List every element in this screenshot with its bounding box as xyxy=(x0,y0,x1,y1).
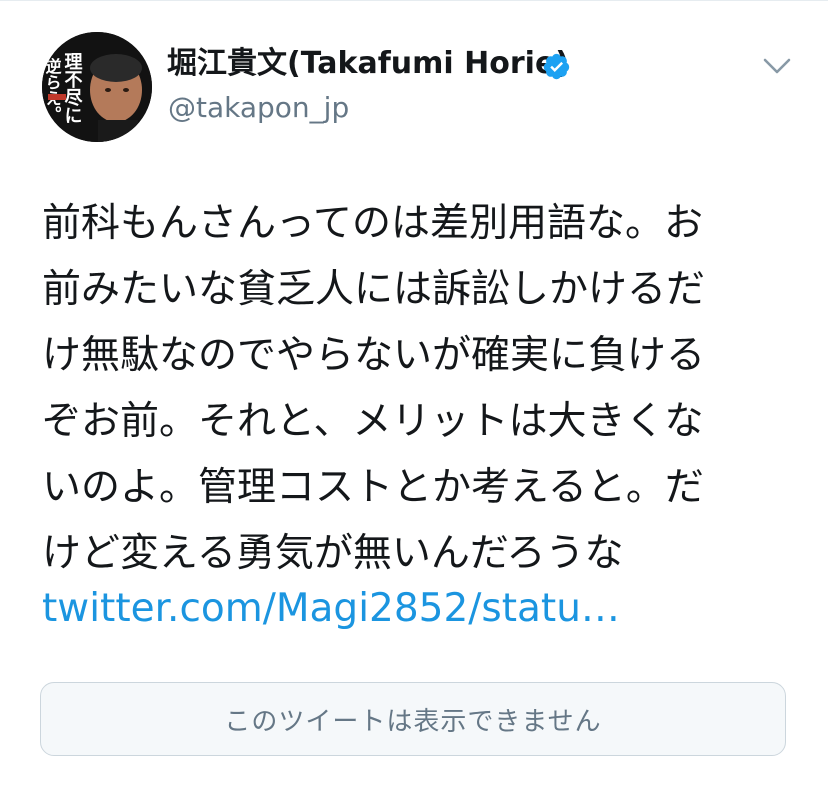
avatar[interactable]: 理不尽に 逆らえ。 xyxy=(42,32,152,142)
svg-text:理不尽に: 理不尽に xyxy=(62,52,83,124)
quoted-tweet-unavailable: このツイートは表示できません xyxy=(40,682,786,756)
tweet-text-line: け無駄なのでやらないが確実に負ける xyxy=(42,333,706,378)
top-divider xyxy=(0,0,828,1)
tweet-text-line: ぞお前。それと、メリットは大きくな xyxy=(42,399,704,444)
profile-photo: 理不尽に 逆らえ。 xyxy=(42,32,152,142)
svg-text:逆らえ。: 逆らえ。 xyxy=(43,57,62,122)
tweet-link[interactable]: twitter.com/Magi2852/statu… xyxy=(42,581,620,637)
display-name[interactable]: 堀江貴文(Takafumi Horie) xyxy=(167,44,569,84)
unavailable-message: このツイートは表示できません xyxy=(224,706,602,737)
handle[interactable]: @takapon_jp xyxy=(168,88,349,128)
tweet-text-line: けど変える勇気が無いんだろうな xyxy=(42,531,624,576)
verified-badge-icon xyxy=(543,53,570,80)
tweet-text-line: 前みたいな貧乏人には訴訟しかけるだ xyxy=(42,267,706,312)
tweet-text-line: いのよ。管理コストとか考えると。だ xyxy=(42,465,704,510)
tweet-text-line: 前科もんさんってのは差別用語な。お xyxy=(42,201,704,246)
chevron-down-icon[interactable] xyxy=(760,54,794,78)
tweet-text: 前科もんさんってのは差別用語な。お 前みたいな貧乏人には訴訟しかけるだ け無駄な… xyxy=(42,191,802,587)
